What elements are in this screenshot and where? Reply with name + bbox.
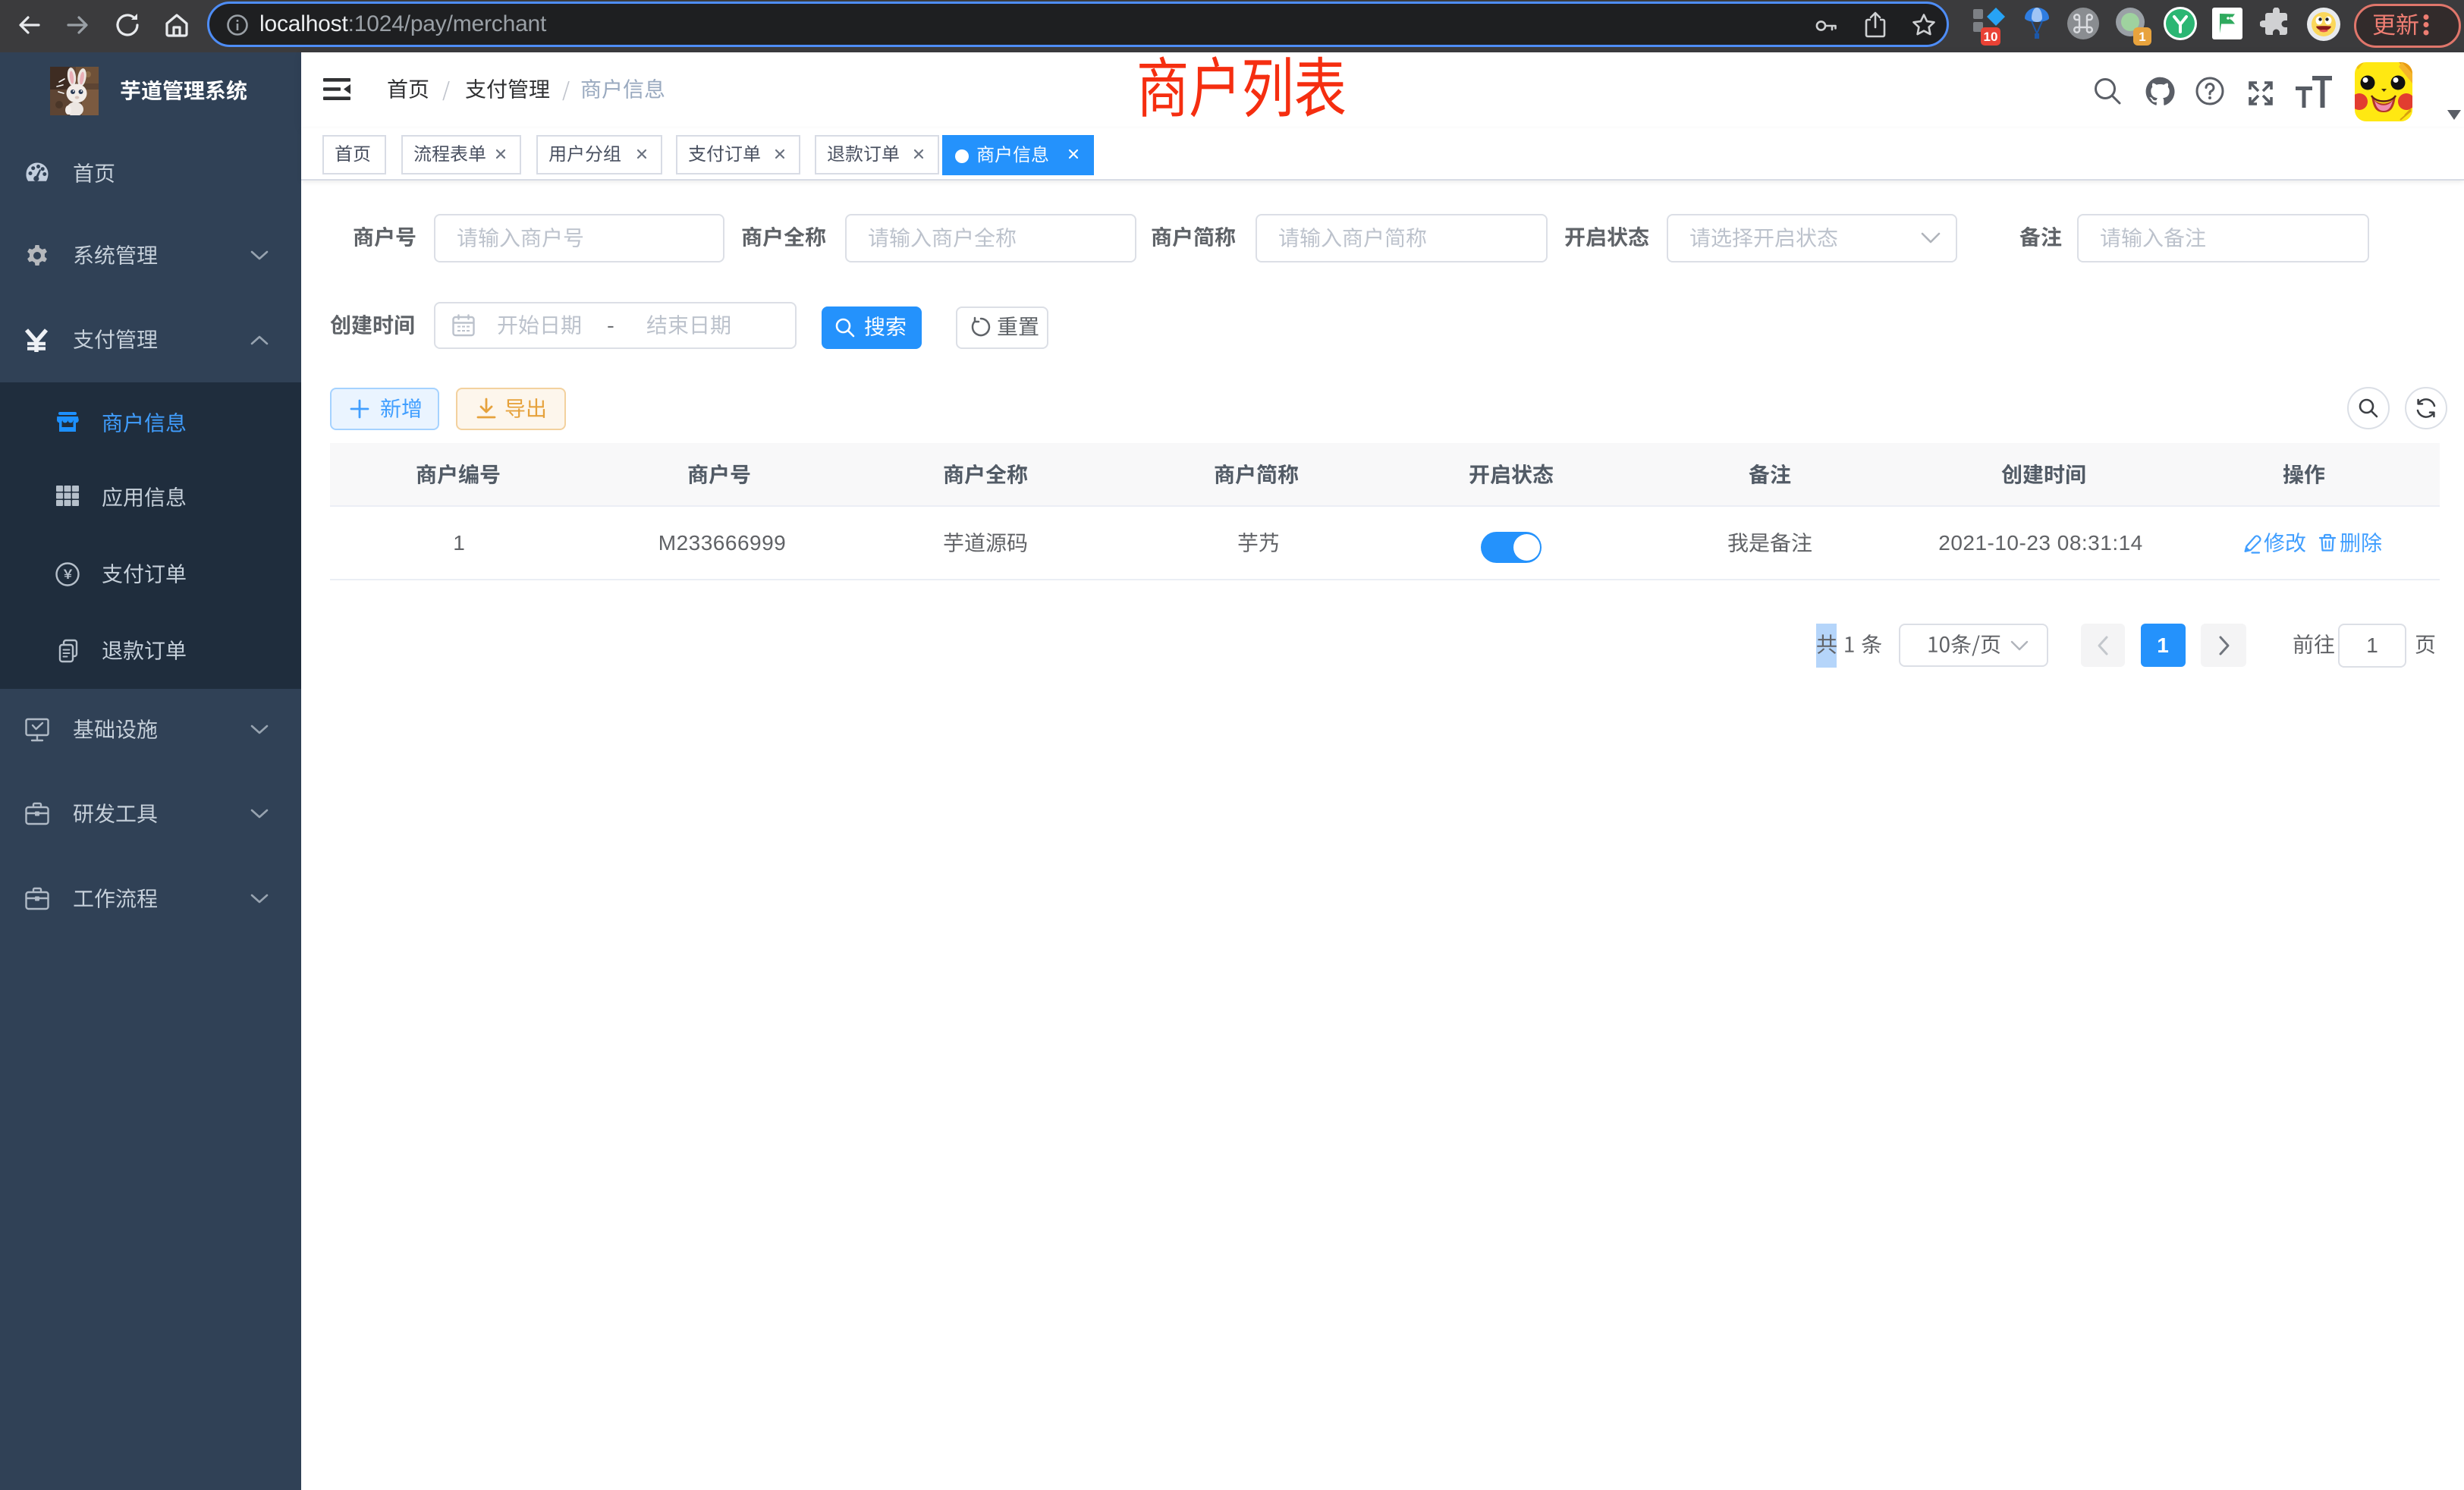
svg-text:1: 1 [2139,30,2145,44]
svg-text:10: 10 [1984,30,1998,44]
